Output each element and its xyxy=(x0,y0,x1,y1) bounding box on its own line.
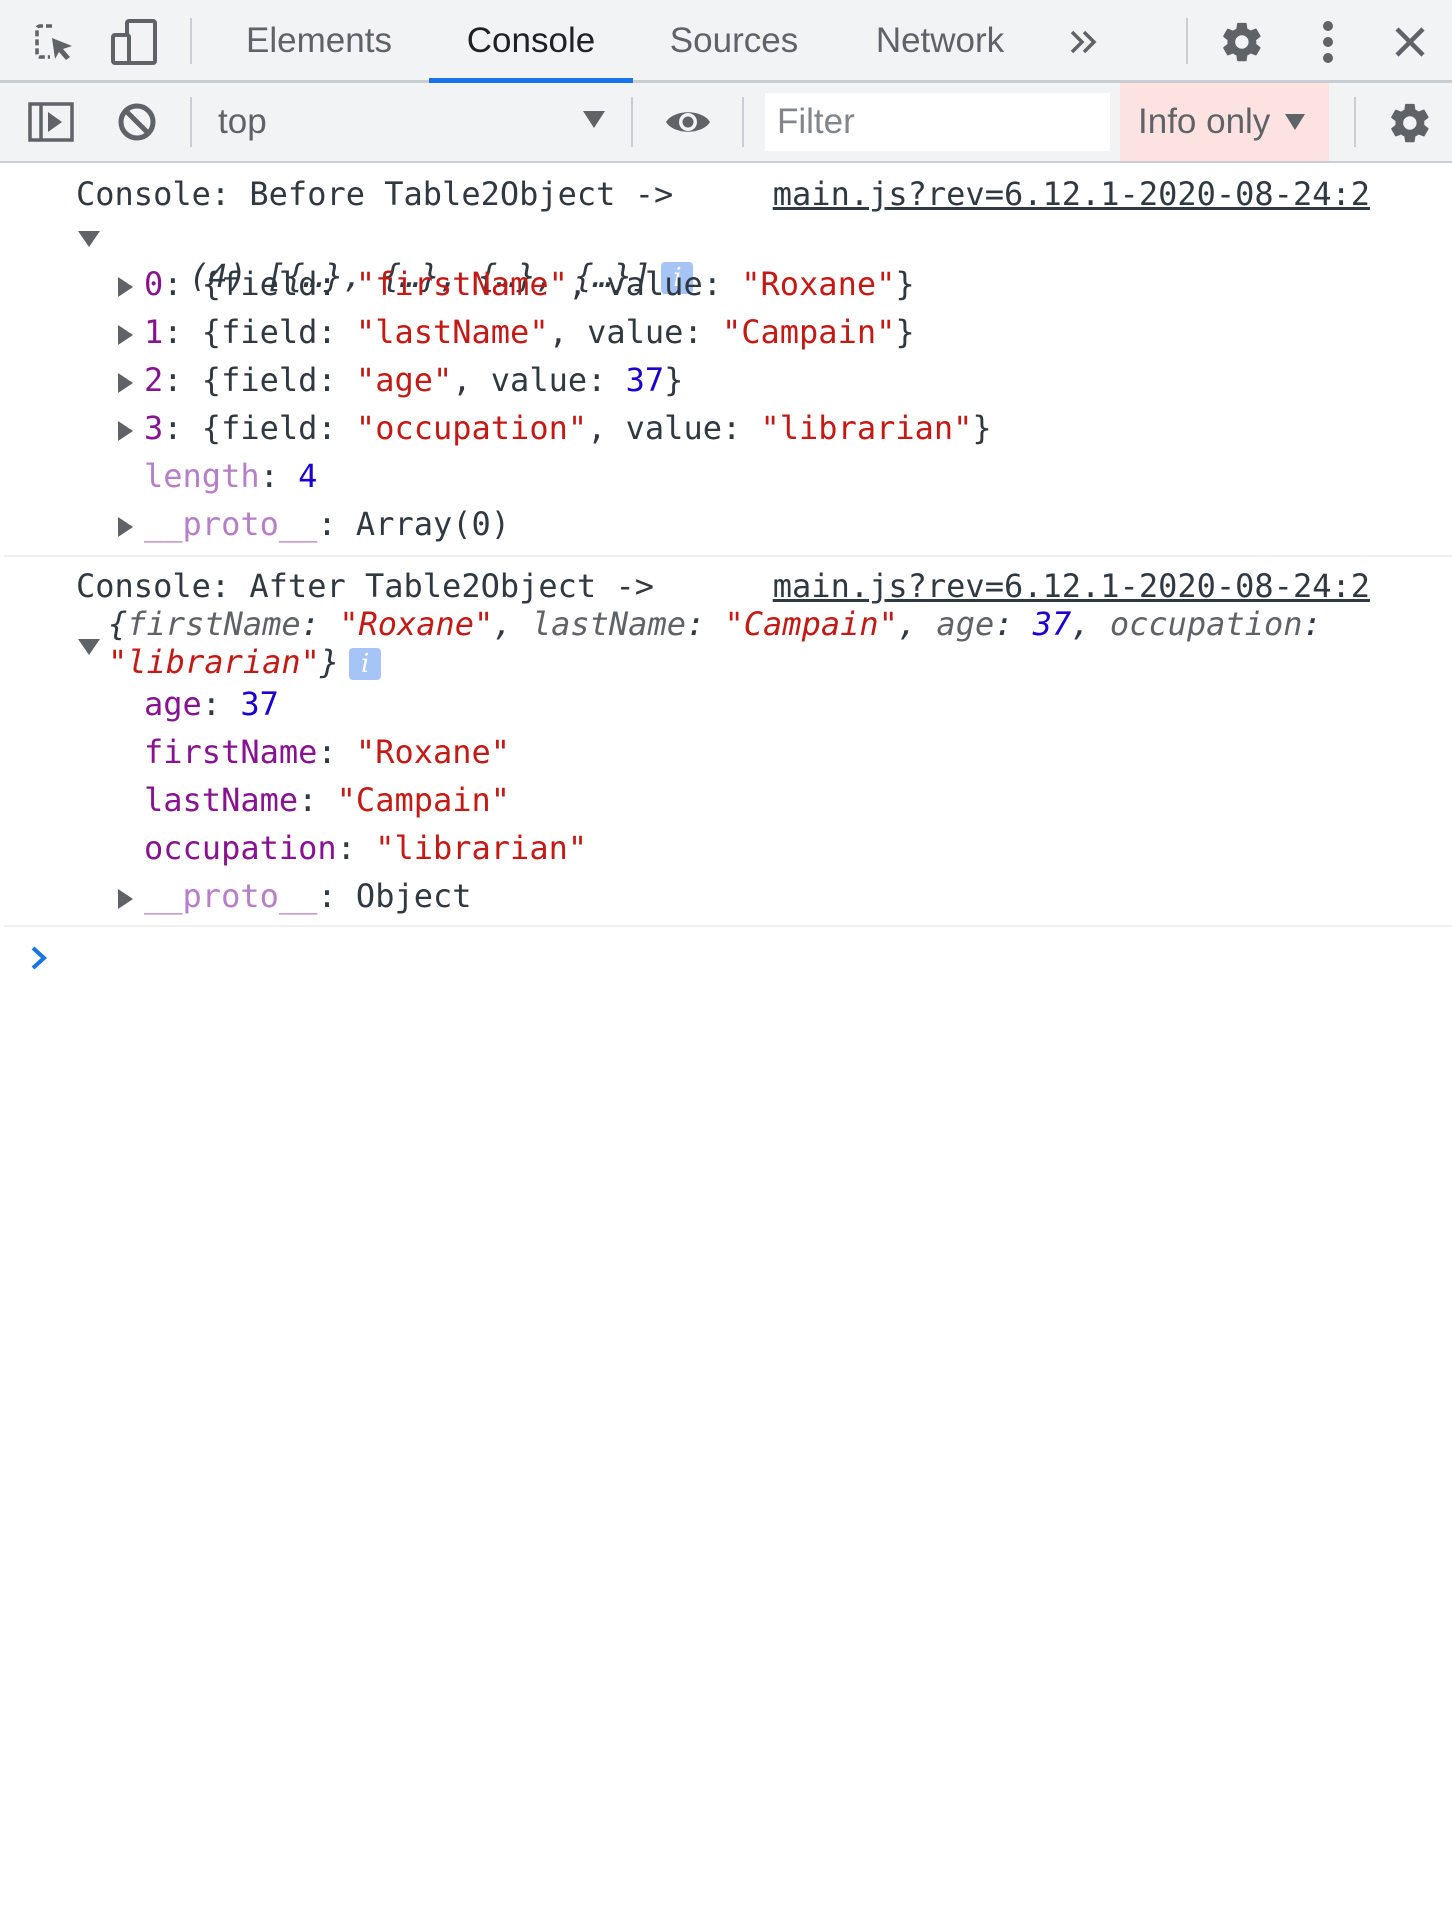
array-item[interactable]: 3: {field: "occupation", value: "librari… xyxy=(144,409,992,447)
levels-chevron-down-icon xyxy=(1284,113,1306,136)
settings-gear-icon[interactable] xyxy=(1216,16,1268,68)
console-messages: Console: Before Table2Object -> main.js?… xyxy=(4,163,1452,994)
message-separator xyxy=(4,555,1452,557)
tab-console[interactable]: Console xyxy=(429,0,633,80)
source-link[interactable]: main.js?rev=6.12.1-2020-08-24:2 xyxy=(773,567,1370,605)
object-prop: occupation: "librarian" xyxy=(144,829,588,867)
sidebar-toggle-icon[interactable] xyxy=(26,99,76,145)
log-levels-label: Info only xyxy=(1138,102,1271,141)
expand-triangle-icon[interactable] xyxy=(78,639,100,655)
object-prop: firstName: "Roxane" xyxy=(144,733,511,771)
array-item[interactable]: 0: {field: "firstName", value: "Roxane"} xyxy=(144,265,915,303)
source-link[interactable]: main.js?rev=6.12.1-2020-08-24:2 xyxy=(773,175,1370,213)
close-icon[interactable] xyxy=(1386,18,1434,66)
message-separator xyxy=(4,925,1452,927)
console-message-text: Console: After Table2Object -> xyxy=(76,567,654,605)
expand-triangle-icon[interactable] xyxy=(118,421,133,441)
tabbar-separator-right xyxy=(1186,18,1188,64)
array-item[interactable]: 2: {field: "age", value: 37} xyxy=(144,361,683,399)
expand-triangle-icon[interactable] xyxy=(118,889,133,909)
expand-triangle-icon[interactable] xyxy=(118,325,133,345)
log-levels-dropdown[interactable]: Info only xyxy=(1120,83,1329,161)
expand-triangle-icon[interactable] xyxy=(118,277,133,297)
devtools-tab-bar: Elements Console Sources Network xyxy=(0,0,1452,83)
eye-icon[interactable] xyxy=(660,97,716,147)
array-length: length: 4 xyxy=(144,457,318,495)
tabbar-separator xyxy=(190,18,192,64)
filter-input[interactable] xyxy=(765,93,1110,151)
tab-elements[interactable]: Elements xyxy=(232,0,406,80)
context-selector[interactable]: top xyxy=(218,83,608,161)
toolbar-separator-3 xyxy=(742,97,744,147)
clear-console-icon[interactable] xyxy=(112,99,162,145)
console-toolbar: top Info only xyxy=(0,83,1452,163)
object-summary-continued[interactable]: "librarian"} i xyxy=(108,643,382,681)
array-item[interactable]: 1: {field: "lastName", value: "Campain"} xyxy=(144,313,915,351)
toolbar-separator-1 xyxy=(190,97,192,147)
prompt-chevron-icon xyxy=(28,946,50,977)
object-proto[interactable]: __proto__: Object xyxy=(144,877,472,915)
context-selector-value: top xyxy=(218,102,267,141)
toolbar-separator-4 xyxy=(1354,97,1356,147)
object-prop: age: 37 xyxy=(144,685,279,723)
tab-network[interactable]: Network xyxy=(856,0,1024,80)
tab-sources[interactable]: Sources xyxy=(652,0,816,80)
expand-triangle-icon[interactable] xyxy=(118,373,133,393)
array-proto[interactable]: __proto__: Array(0) xyxy=(144,505,510,543)
info-icon[interactable]: i xyxy=(349,648,382,680)
console-prompt[interactable] xyxy=(28,943,50,978)
object-summary[interactable]: {firstName: "Roxane", lastName: "Campain… xyxy=(108,605,1322,643)
expand-triangle-icon[interactable] xyxy=(78,231,100,247)
chevron-down-icon xyxy=(582,109,606,129)
toolbar-separator-2 xyxy=(631,97,633,147)
console-settings-gear-icon[interactable] xyxy=(1384,97,1436,149)
object-prop: lastName: "Campain" xyxy=(144,781,511,819)
kebab-menu-icon[interactable] xyxy=(1306,16,1350,68)
inspect-element-icon[interactable] xyxy=(30,18,78,66)
console-message-text: Console: Before Table2Object -> xyxy=(76,175,674,213)
more-tabs-icon[interactable] xyxy=(1062,20,1106,64)
expand-triangle-icon[interactable] xyxy=(118,517,133,537)
device-toggle-icon[interactable] xyxy=(108,16,160,68)
